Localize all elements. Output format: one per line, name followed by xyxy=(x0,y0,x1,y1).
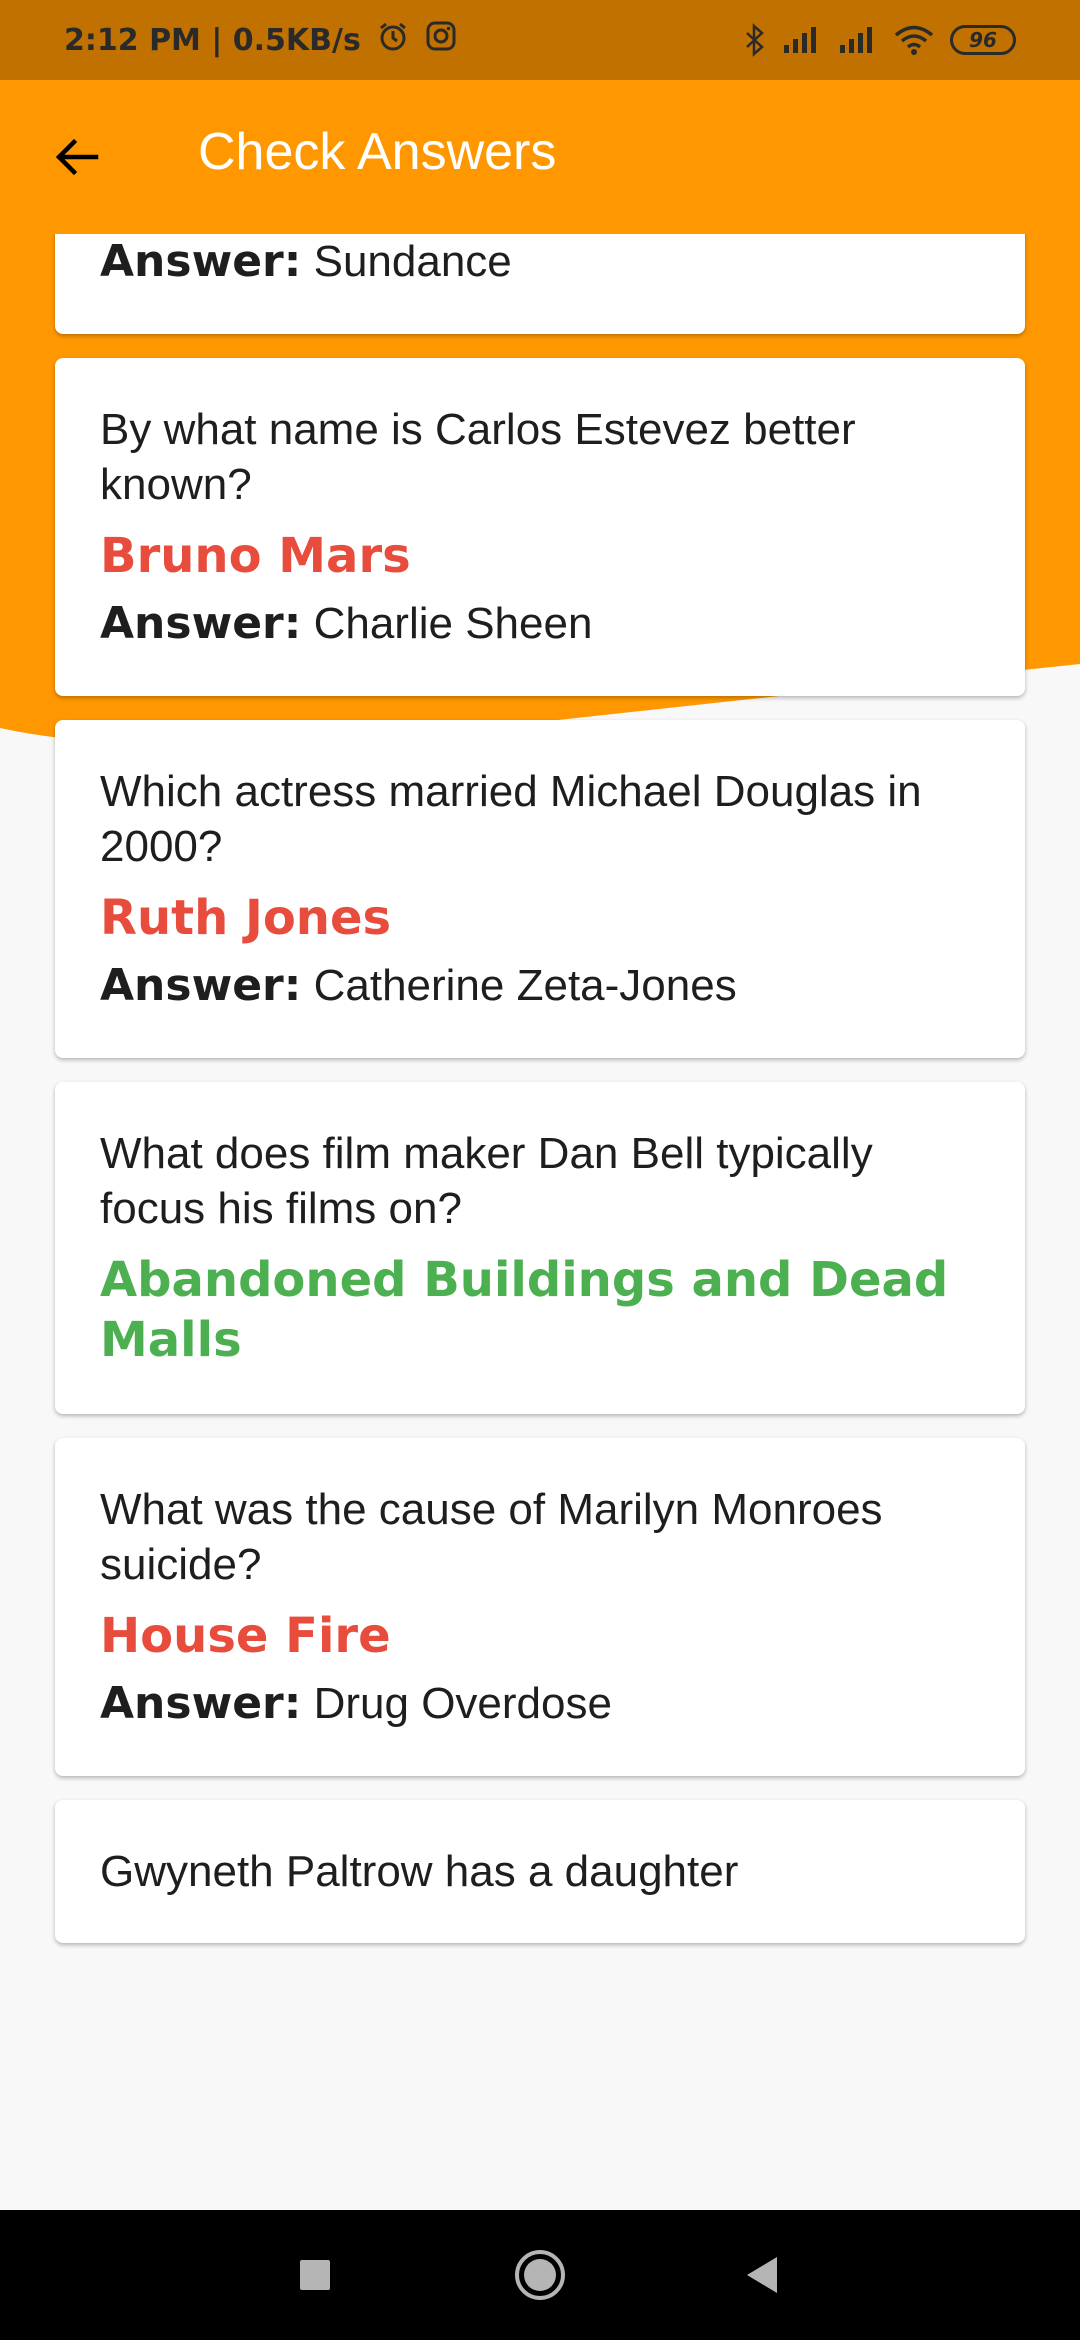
recents-button[interactable] xyxy=(265,2210,365,2340)
answer-card: Gwyneth Paltrow has a daughter xyxy=(55,1800,1025,1943)
back-button[interactable] xyxy=(44,125,108,189)
answer-value: Catherine Zeta-Jones xyxy=(313,961,737,1010)
answer-value: Charlie Sheen xyxy=(313,599,593,648)
status-right: 96 xyxy=(744,23,1016,57)
triangle-back-icon xyxy=(747,2257,777,2293)
question-text: What does film maker Dan Bell typically … xyxy=(100,1129,873,1233)
answer-label: Answer: xyxy=(100,236,302,287)
instagram-icon xyxy=(425,20,457,60)
correct-answer-row: Answer: Charlie Sheen xyxy=(100,596,981,652)
answer-card: Which actress married Michael Douglas in… xyxy=(55,720,1025,1058)
page-title: Check Answers xyxy=(198,123,557,181)
status-time: 2:12 PM | 0.5KB/s xyxy=(64,22,361,58)
answer-card: What does film maker Dan Bell typically … xyxy=(55,1082,1025,1414)
answer-label: Answer: xyxy=(100,960,302,1011)
question-text: By what name is Carlos Estevez better kn… xyxy=(100,405,856,509)
correct-answer-text: Abandoned Buildings and Dead Malls xyxy=(100,1252,949,1368)
alarm-icon xyxy=(377,20,409,60)
question-text: Gwyneth Paltrow has a daughter xyxy=(100,1847,739,1896)
circle-icon xyxy=(515,2250,565,2300)
wifi-icon xyxy=(894,24,934,56)
wrong-answer-text: Ruth Jones xyxy=(100,890,392,946)
answers-list-content: WoodwardAnswer: Sundance By what name is … xyxy=(55,234,1025,1943)
answer-card: What was the cause of Marilyn Monroes su… xyxy=(55,1438,1025,1776)
correct-answer-row: Answer: Sundance xyxy=(100,234,981,290)
home-button[interactable] xyxy=(490,2210,590,2340)
navigation-bar xyxy=(0,2210,1080,2340)
battery-indicator: 96 xyxy=(950,25,1016,55)
wrong-answer-text: House Fire xyxy=(100,1608,391,1664)
answer-value: Drug Overdose xyxy=(313,1679,612,1728)
signal-icon xyxy=(782,25,822,55)
app-bar: Check Answers xyxy=(0,80,1080,234)
answer-card: WoodwardAnswer: Sundance xyxy=(55,234,1025,334)
question-text: Which actress married Michael Douglas in… xyxy=(100,767,922,871)
status-left: 2:12 PM | 0.5KB/s xyxy=(64,20,457,60)
nav-back-button[interactable] xyxy=(712,2210,812,2340)
arrow-left-icon xyxy=(55,138,99,176)
correct-answer-row: Answer: Drug Overdose xyxy=(100,1676,981,1732)
wrong-answer-text: Bruno Mars xyxy=(100,528,411,584)
answer-label: Answer: xyxy=(100,598,302,649)
answer-label: Answer: xyxy=(100,1678,302,1729)
question-text: What was the cause of Marilyn Monroes su… xyxy=(100,1485,883,1589)
correct-answer-row: Answer: Catherine Zeta-Jones xyxy=(100,958,981,1014)
answer-value: Sundance xyxy=(313,237,512,286)
answer-card: By what name is Carlos Estevez better kn… xyxy=(55,358,1025,696)
bluetooth-icon xyxy=(744,23,766,57)
square-icon xyxy=(300,2260,330,2290)
status-bar: 2:12 PM | 0.5KB/s 96 xyxy=(0,0,1080,80)
answers-list[interactable]: WoodwardAnswer: Sundance By what name is … xyxy=(0,234,1080,1962)
signal-icon xyxy=(838,25,878,55)
